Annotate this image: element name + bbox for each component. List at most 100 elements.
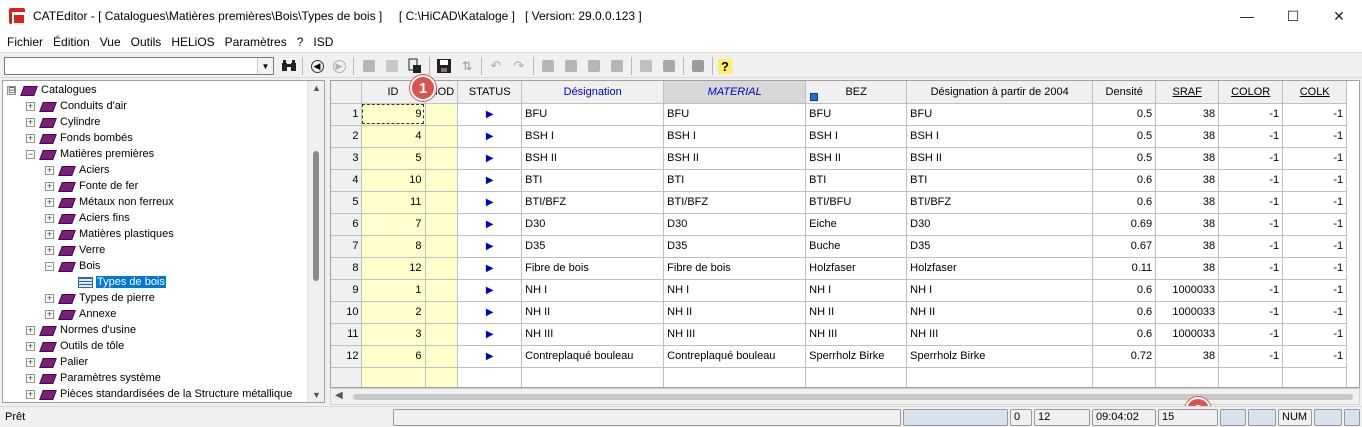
menu-isd[interactable]: ISD — [308, 35, 338, 49]
save-icon[interactable] — [435, 57, 453, 75]
minimize-button[interactable]: — — [1224, 0, 1270, 32]
cell-mod[interactable] — [425, 235, 459, 258]
cell-designation[interactable]: NH III — [521, 323, 665, 346]
cell-color[interactable]: -1 — [1218, 345, 1284, 368]
cell-color[interactable]: -1 — [1218, 235, 1284, 258]
menu-edition[interactable]: Édition — [48, 35, 95, 49]
tree-item-label[interactable]: Paramètres système — [59, 372, 162, 384]
cell-material[interactable]: NH III — [663, 323, 807, 346]
cell-densite[interactable]: 0.6 — [1092, 169, 1157, 192]
cell-id[interactable]: 5 — [361, 147, 426, 170]
cell-material[interactable]: BTI/BFZ — [663, 191, 807, 214]
cell-colk[interactable]: -1 — [1282, 125, 1348, 148]
binoculars-icon[interactable] — [280, 57, 298, 75]
cell-id[interactable]: 6 — [361, 345, 426, 368]
row-number[interactable]: 10 — [331, 301, 362, 324]
col-header-status[interactable]: STATUS — [457, 81, 523, 104]
empty-cell[interactable] — [1092, 367, 1157, 387]
empty-cell[interactable] — [805, 367, 908, 387]
tree-expander-icon[interactable]: + — [45, 213, 54, 223]
tree-item-label[interactable]: Catalogues — [40, 84, 98, 96]
cell-material[interactable]: BSH I — [663, 125, 807, 148]
cell-designation-2004[interactable]: Sperrholz Birke — [906, 345, 1094, 368]
cell-bez[interactable]: BTI — [805, 169, 908, 192]
cell-densite[interactable]: 0.5 — [1092, 103, 1157, 126]
search-combo[interactable]: ▼ — [4, 57, 274, 75]
tree-expander-icon[interactable]: − — [45, 261, 54, 271]
cell-designation[interactable]: BTI/BFZ — [521, 191, 665, 214]
catalog-tree[interactable]: ▲ ▼ ⊟ Catalogues + Conduits d'air + Cylindre +… — [2, 80, 325, 403]
cell-color[interactable]: -1 — [1218, 191, 1284, 214]
cell-material[interactable]: D35 — [663, 235, 807, 258]
cell-designation-2004[interactable]: BTI/BFZ — [906, 191, 1094, 214]
cell-material[interactable]: Contreplaqué bouleau — [663, 345, 807, 368]
redo-icon[interactable]: ↷ — [510, 57, 528, 75]
cell-colk[interactable]: -1 — [1282, 345, 1348, 368]
empty-cell[interactable] — [1282, 367, 1348, 387]
col-header-designation-2004[interactable]: Désignation à partir de 2004 — [906, 81, 1094, 104]
empty-cell[interactable] — [521, 367, 665, 387]
table-row[interactable]: 4 10 ▶ BTI BTI BTI BTI 0.6 38 -1 -1 — [331, 169, 1348, 192]
menu-parametres[interactable]: Paramètres — [220, 35, 292, 49]
tree-expander-icon[interactable]: + — [45, 165, 54, 175]
cell-mod[interactable] — [425, 147, 459, 170]
cell-densite[interactable]: 0.11 — [1092, 257, 1157, 280]
cell-designation[interactable]: BFU — [521, 103, 665, 126]
cell-designation-2004[interactable]: BSH II — [906, 147, 1094, 170]
tree-expander-icon[interactable]: + — [45, 245, 54, 255]
tree-item-label[interactable]: Types de pierre — [78, 292, 156, 304]
table-row[interactable]: 12 6 ▶ Contreplaqué bouleau Contreplaqué bou… — [331, 345, 1348, 368]
tree-item[interactable]: + Paramètres système — [26, 370, 162, 386]
cell-color[interactable]: -1 — [1218, 279, 1284, 302]
cell-status[interactable]: ▶ — [457, 191, 523, 214]
col-header-sraf[interactable]: SRAF — [1155, 81, 1220, 104]
cell-colk[interactable]: -1 — [1282, 279, 1348, 302]
cell-designation-2004[interactable]: BFU — [906, 103, 1094, 126]
row-number[interactable]: 11 — [331, 323, 362, 346]
cell-designation-2004[interactable]: BTI — [906, 169, 1094, 192]
col-header-material[interactable]: MATERIAL — [663, 81, 807, 104]
cell-material[interactable]: NH I — [663, 279, 807, 302]
cell-color[interactable]: -1 — [1218, 147, 1284, 170]
tree-item-label[interactable]: Fonds bombés — [59, 132, 134, 144]
cell-designation[interactable]: BSH I — [521, 125, 665, 148]
table-row[interactable]: 8 12 ▶ Fibre de bois Fibre de bois Holzfaser H… — [331, 257, 1348, 280]
cell-sraf[interactable]: 38 — [1155, 235, 1220, 258]
cell-material[interactable]: BFU — [663, 103, 807, 126]
cell-mod[interactable] — [425, 125, 459, 148]
cell-designation[interactable]: D35 — [521, 235, 665, 258]
cell-id[interactable]: 3 — [361, 323, 426, 346]
undo-icon[interactable]: ↶ — [487, 57, 505, 75]
tree-item-label[interactable]: Palier — [59, 356, 89, 368]
tree-item-label[interactable]: Pièces standardisées de la Structure mét… — [59, 388, 293, 400]
menu-helios[interactable]: HELiOS — [166, 35, 219, 49]
tree-item-label[interactable]: Aciers — [78, 164, 111, 176]
cell-bez[interactable]: NH III — [805, 323, 908, 346]
empty-cell[interactable] — [361, 367, 426, 387]
cell-id[interactable]: 9 — [361, 103, 426, 126]
cell-sraf[interactable]: 38 — [1155, 191, 1220, 214]
cell-id[interactable]: 12 — [361, 257, 426, 280]
tree-item-label[interactable]: Cylindre — [59, 116, 101, 128]
data-grid[interactable]: ID MOD STATUS Désignation MATERIAL BEZ D… — [330, 80, 1360, 388]
cell-colk[interactable]: -1 — [1282, 103, 1348, 126]
tree-item[interactable]: + Aciers — [45, 162, 111, 178]
tree-item[interactable]: − Matières premières — [26, 146, 155, 162]
cell-colk[interactable]: -1 — [1282, 301, 1348, 324]
cell-colk[interactable]: -1 — [1282, 147, 1348, 170]
paste-record-icon[interactable] — [406, 57, 424, 75]
new-record-icon[interactable] — [383, 57, 401, 75]
cell-color[interactable]: -1 — [1218, 301, 1284, 324]
cell-status[interactable]: ▶ — [457, 103, 523, 126]
tree-item-label[interactable]: Fonte de fer — [78, 180, 139, 192]
tree-item[interactable]: + Matières plastiques — [45, 226, 175, 242]
row-number[interactable]: 5 — [331, 191, 362, 214]
cell-designation-2004[interactable]: D30 — [906, 213, 1094, 236]
sort-icon[interactable]: ⇅ — [458, 57, 476, 75]
row-number[interactable]: 1 — [331, 103, 362, 126]
tree-item-label[interactable]: Types de bois — [96, 276, 166, 288]
row-number[interactable]: 9 — [331, 279, 362, 302]
close-button[interactable]: ✕ — [1316, 0, 1362, 32]
cell-material[interactable]: NH II — [663, 301, 807, 324]
menu-vue[interactable]: Vue — [95, 35, 126, 49]
